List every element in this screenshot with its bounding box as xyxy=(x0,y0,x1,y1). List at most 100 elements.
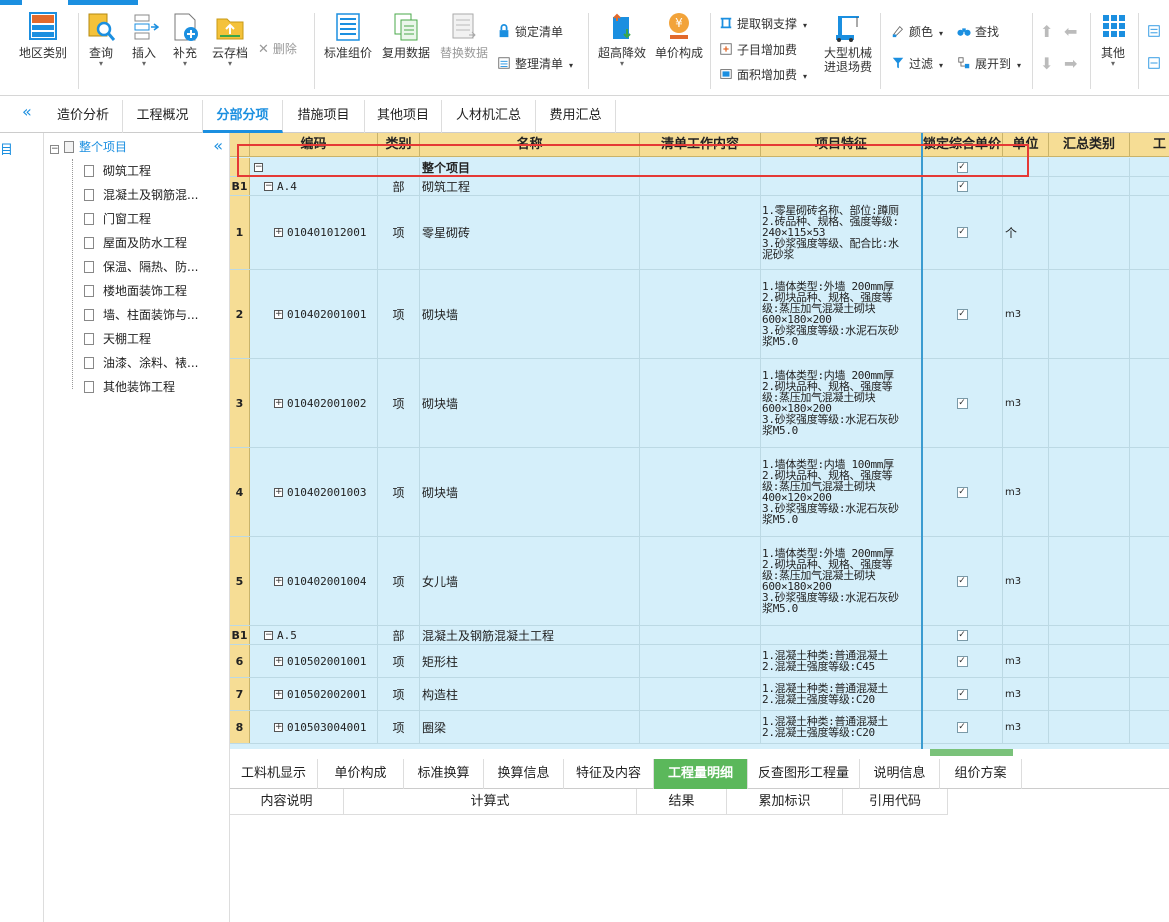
unit-price-composition-button[interactable]: ¥ 单价构成 xyxy=(652,11,706,60)
tab-quantity-details[interactable]: 工程量明细 xyxy=(654,759,748,789)
cloud-archive-button[interactable]: 云存档 ▾ xyxy=(208,11,252,68)
tab-pricing-scheme[interactable]: 组价方案 xyxy=(940,759,1022,789)
tree-item[interactable]: 屋面及防水工程 xyxy=(84,234,187,251)
tree-item[interactable]: 门窗工程 xyxy=(84,210,151,227)
lock-price-checkbox[interactable]: ✓ xyxy=(956,575,968,587)
lock-list-button[interactable]: 锁定清单 xyxy=(496,24,563,40)
bill-item-row[interactable]: 3 +010402001002 项砌块墙 1.墙体类型:内墙 200mm厚 2.砌块品… xyxy=(230,359,1169,448)
query-button[interactable]: 查询 ▾ xyxy=(84,11,118,68)
expand-icon[interactable]: + xyxy=(274,576,283,586)
tab-divisions-items[interactable]: 分部分项 xyxy=(203,100,283,133)
bill-item-row[interactable]: 2 +010402001001 项砌块墙 1.墙体类型:外墙 200mm厚 2.砌块品… xyxy=(230,270,1169,359)
tree-root[interactable]: − 整个项目 xyxy=(50,138,127,155)
tab-reverse-graph-quantity[interactable]: 反查图形工程量 xyxy=(748,759,860,789)
lock-price-checkbox[interactable]: ✓ xyxy=(956,688,968,700)
move-left-icon[interactable]: ⬅ xyxy=(1064,24,1077,40)
tree-item[interactable]: 砌筑工程 xyxy=(84,162,151,179)
color-button[interactable]: 颜色 ▾ xyxy=(890,24,943,42)
expand-icon[interactable]: + xyxy=(274,722,283,732)
arrange-icon xyxy=(498,57,510,69)
frozen-column-divider[interactable] xyxy=(921,133,923,749)
tab-fee-summary[interactable]: 费用汇总 xyxy=(536,100,616,133)
tab-conversion-info[interactable]: 换算信息 xyxy=(484,759,564,789)
tab-measures[interactable]: 措施项目 xyxy=(283,100,365,133)
overflow-icon-2[interactable] xyxy=(1146,56,1165,72)
expand-to-button[interactable]: 展开到 ▾ xyxy=(956,56,1021,74)
lock-price-checkbox[interactable]: ✓ xyxy=(956,308,968,320)
collapse-toggle-icon[interactable]: − xyxy=(50,145,59,154)
panel-splitter-handle[interactable] xyxy=(930,749,1013,756)
detail-col-ref-code[interactable]: 引用代码 xyxy=(843,789,948,815)
move-up-icon[interactable]: ⬆ xyxy=(1040,24,1053,40)
detail-col-formula[interactable]: 计算式 xyxy=(344,789,637,815)
bill-item-row[interactable]: 4 +010402001003 项砌块墙 1.墙体类型:内墙 100mm厚 2.砌块品… xyxy=(230,448,1169,537)
expand-icon[interactable]: + xyxy=(274,309,283,319)
replace-data-button[interactable]: 替换数据 xyxy=(438,11,490,60)
tab-labor-material-summary[interactable]: 人材机汇总 xyxy=(442,100,536,133)
division-row[interactable]: B1− A.5 部混凝土及钢筋混凝土工程 ✓ xyxy=(230,626,1169,645)
standard-pricing-button[interactable]: 标准组价 xyxy=(322,11,374,60)
collapse-sidebar-icon[interactable]: « xyxy=(22,102,32,121)
move-right-icon[interactable]: ➡ xyxy=(1064,56,1077,72)
lock-price-checkbox[interactable]: ✓ xyxy=(956,180,968,192)
reuse-data-button[interactable]: 复用数据 xyxy=(380,11,432,60)
move-down-icon[interactable]: ⬇ xyxy=(1040,56,1053,72)
expand-icon[interactable]: + xyxy=(274,689,283,699)
bill-item-row[interactable]: 8 +010503004001 项圈梁 1.混凝土种类:普通混凝土 2.混凝土强度等级… xyxy=(230,711,1169,744)
filter-button[interactable]: 过滤 ▾ xyxy=(890,56,943,74)
tree-item[interactable]: 油漆、涂料、裱... xyxy=(84,354,198,371)
tab-unit-price-composition[interactable]: 单价构成 xyxy=(318,759,404,789)
tab-notes[interactable]: 说明信息 xyxy=(860,759,940,789)
collapse-icon[interactable]: − xyxy=(264,630,273,640)
lock-price-checkbox[interactable]: ✓ xyxy=(956,655,968,667)
other-button[interactable]: 其他 ▾ xyxy=(1096,11,1130,68)
extract-steel-support-button[interactable]: 提取钢支撑 ▾ xyxy=(718,16,807,34)
bill-item-row[interactable]: 6 +010502001001 项矩形柱 1.混凝土种类:普通混凝土 2.混凝土强度等… xyxy=(230,645,1169,678)
find-button[interactable]: 查找 xyxy=(956,24,999,40)
tab-other-items[interactable]: 其他项目 xyxy=(365,100,442,133)
tree-item[interactable]: 混凝土及钢筋混... xyxy=(84,186,198,203)
lock-price-checkbox[interactable]: ✓ xyxy=(956,721,968,733)
expand-icon[interactable]: + xyxy=(274,487,283,497)
tab-features-content[interactable]: 特征及内容 xyxy=(564,759,654,789)
lock-price-checkbox[interactable]: ✓ xyxy=(956,227,968,238)
supplement-button[interactable]: 补充 ▾ xyxy=(168,11,202,68)
collapse-tree-icon[interactable]: « xyxy=(213,136,223,155)
tab-standard-conversion[interactable]: 标准换算 xyxy=(404,759,484,789)
area-add-fee-button[interactable]: 面积增加费 ▾ xyxy=(718,67,807,85)
division-row[interactable]: B1− A.4 部砌筑工程 ✓ xyxy=(230,177,1169,196)
tab-cost-analysis[interactable]: 造价分析 xyxy=(44,100,123,133)
bill-item-row[interactable]: 5 +010402001004 项女儿墙 1.墙体类型:外墙 200mm厚 2.砌块品… xyxy=(230,537,1169,626)
lock-price-checkbox[interactable]: ✓ xyxy=(956,629,968,641)
insert-button[interactable]: 插入 ▾ xyxy=(126,11,162,68)
expand-icon[interactable]: + xyxy=(274,398,283,408)
region-type-button[interactable]: 地区类别 xyxy=(14,11,72,60)
lock-price-checkbox[interactable]: ✓ xyxy=(956,397,968,409)
col-header-summary-type[interactable]: 汇总类别 xyxy=(1049,133,1130,157)
expand-icon[interactable]: + xyxy=(274,228,283,237)
collapse-icon[interactable]: − xyxy=(264,181,273,191)
detail-col-accumulate[interactable]: 累加标识 xyxy=(727,789,843,815)
tree-item[interactable]: 楼地面装饰工程 xyxy=(84,282,187,299)
project-tree: « − 整个项目 砌筑工程 混凝土及钢筋混... 门窗工程 屋面及防水工程 保温、… xyxy=(44,133,230,922)
bill-item-row[interactable]: 7 +010502002001 项构造柱 1.混凝土种类:普通混凝土 2.混凝土强度等… xyxy=(230,678,1169,711)
tab-labor-material-display[interactable]: 工料机显示 xyxy=(230,759,318,789)
subitem-add-fee-button[interactable]: 子目增加费 xyxy=(718,42,797,58)
tree-item[interactable]: 天棚工程 xyxy=(84,330,151,347)
tab-project-overview[interactable]: 工程概况 xyxy=(123,100,203,133)
overflow-icon-1[interactable] xyxy=(1146,24,1165,40)
detail-col-result[interactable]: 结果 xyxy=(637,789,727,815)
bill-item-row[interactable]: 1 +010401012001 项零星砌砖 1.零星砌砖名称、部位:蹲厕 2.砖品种、… xyxy=(230,196,1169,270)
lock-price-checkbox[interactable]: ✓ xyxy=(956,486,968,498)
col-header-more[interactable]: 工 xyxy=(1130,133,1169,157)
tree-item[interactable]: 保温、隔热、防... xyxy=(84,258,198,275)
left-nav-label[interactable]: 目 xyxy=(0,139,13,158)
expand-icon[interactable]: + xyxy=(274,656,283,666)
large-machine-fee-button[interactable]: 大型机械 进退场费 xyxy=(820,11,876,74)
delete-button[interactable]: ✕ 删除 xyxy=(258,41,297,58)
tree-item[interactable]: 墙、柱面装饰与... xyxy=(84,306,198,323)
raise-lower-efficiency-button[interactable]: 超高降效 ▾ xyxy=(594,11,650,68)
arrange-list-button[interactable]: 整理清单 ▾ xyxy=(496,56,573,74)
tree-item[interactable]: 其他装饰工程 xyxy=(84,378,175,395)
detail-col-description[interactable]: 内容说明 xyxy=(230,789,344,815)
